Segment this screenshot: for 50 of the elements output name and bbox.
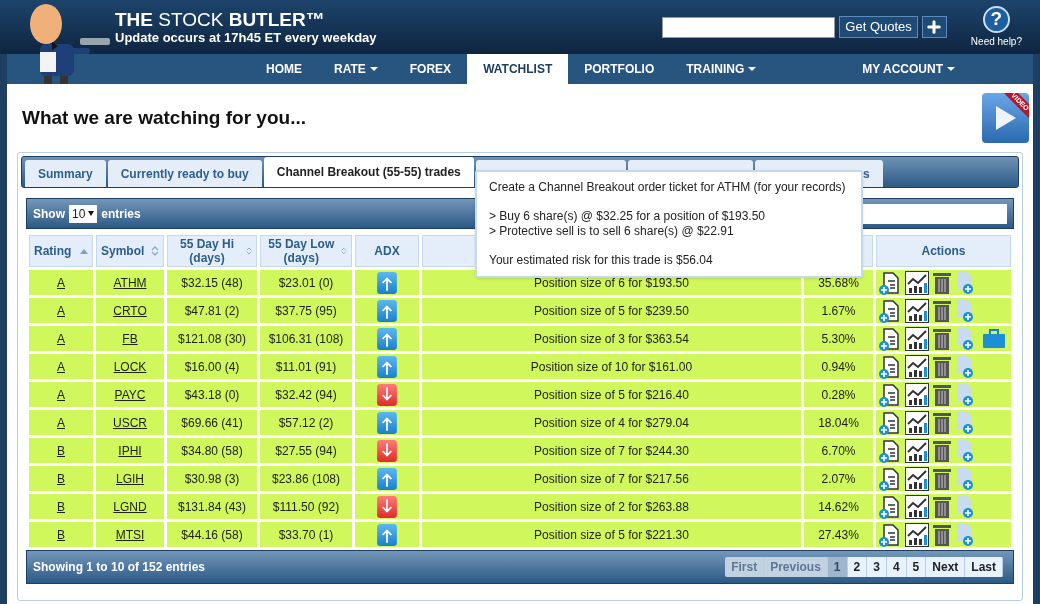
table-cell: 2.07% <box>804 466 873 491</box>
table-cell: Position size of 5 for $239.50 <box>422 298 801 323</box>
table-cell: Position size of 2 for $263.88 <box>422 494 801 519</box>
table-cell: Position size of 5 for $221.30 <box>422 522 801 547</box>
table-cell: 5.30% <box>804 326 873 351</box>
table-cell: $33.70 (1) <box>260 522 352 547</box>
table-cell: $121.08 (30) <box>167 326 257 351</box>
table-cell: $16.00 (4) <box>167 354 257 379</box>
table-cell: $131.84 (43) <box>167 494 257 519</box>
table-cell: $11.01 (91) <box>260 354 352 379</box>
table-cell: $27.55 (94) <box>260 438 352 463</box>
tooltip-text: > Buy 6 share(s) @ $32.25 for a position of $193.50 <box>489 209 767 224</box>
table-cell: $111.50 (92) <box>260 494 352 519</box>
table-cell: Position size of 4 for $279.04 <box>422 410 801 435</box>
entries-info: Showing 1 to 10 of 152 entries <box>33 559 206 576</box>
table-cell: 18.04% <box>804 410 873 435</box>
table-cell: $23.86 (108) <box>260 466 352 491</box>
column-header: Actions <box>876 235 1011 267</box>
table-cell: $47.81 (2) <box>167 298 257 323</box>
site-title: THE STOCK BUTLER™ <box>115 10 326 29</box>
table-cell: 0.94% <box>804 354 873 379</box>
table-cell: Position size of 10 for $161.00 <box>422 354 801 379</box>
table-cell: 1.67% <box>804 298 873 323</box>
update-note: Update occurs at 17h45 ET every weekday <box>115 31 377 44</box>
table-cell: $57.12 (2) <box>260 410 352 435</box>
column-header: ADX <box>355 235 419 267</box>
table-cell: $43.18 (0) <box>167 382 257 407</box>
table-cell: 27.43% <box>804 522 873 547</box>
table-cell: 6.70% <box>804 438 873 463</box>
table-cell: $106.31 (108) <box>260 326 352 351</box>
table-cell: $69.66 (41) <box>167 410 257 435</box>
table-cell: Position size of 7 for $217.56 <box>422 466 801 491</box>
table-cell: $23.01 (0) <box>260 270 352 295</box>
entries-label: entries <box>101 205 141 223</box>
table-cell: $32.42 (94) <box>260 382 352 407</box>
tooltip-text: Create a Channel Breakout order ticket for ATHM (for your records) <box>489 180 847 195</box>
table-cell: $32.15 (48) <box>167 270 257 295</box>
table-cell: $44.16 (58) <box>167 522 257 547</box>
tooltip-text: Your estimated risk for this trade is $56.04 <box>489 253 714 268</box>
table-cell: Position size of 5 for $216.40 <box>422 382 801 407</box>
table-cell: Position size of 3 for $363.54 <box>422 326 801 351</box>
show-label: Show <box>33 205 65 223</box>
table-cell: Position size of 7 for $244.30 <box>422 438 801 463</box>
table-cell: 14.62% <box>804 494 873 519</box>
table-cell: $37.75 (95) <box>260 298 352 323</box>
table-cell: $34.80 (58) <box>167 438 257 463</box>
tooltip-text: > Protective sell is to sell 6 share(s) @ $22.91 <box>489 224 735 239</box>
table-cell: 0.28% <box>804 382 873 407</box>
page-title: What we are watching for you... <box>22 105 306 130</box>
table-cell: $30.98 (3) <box>167 466 257 491</box>
